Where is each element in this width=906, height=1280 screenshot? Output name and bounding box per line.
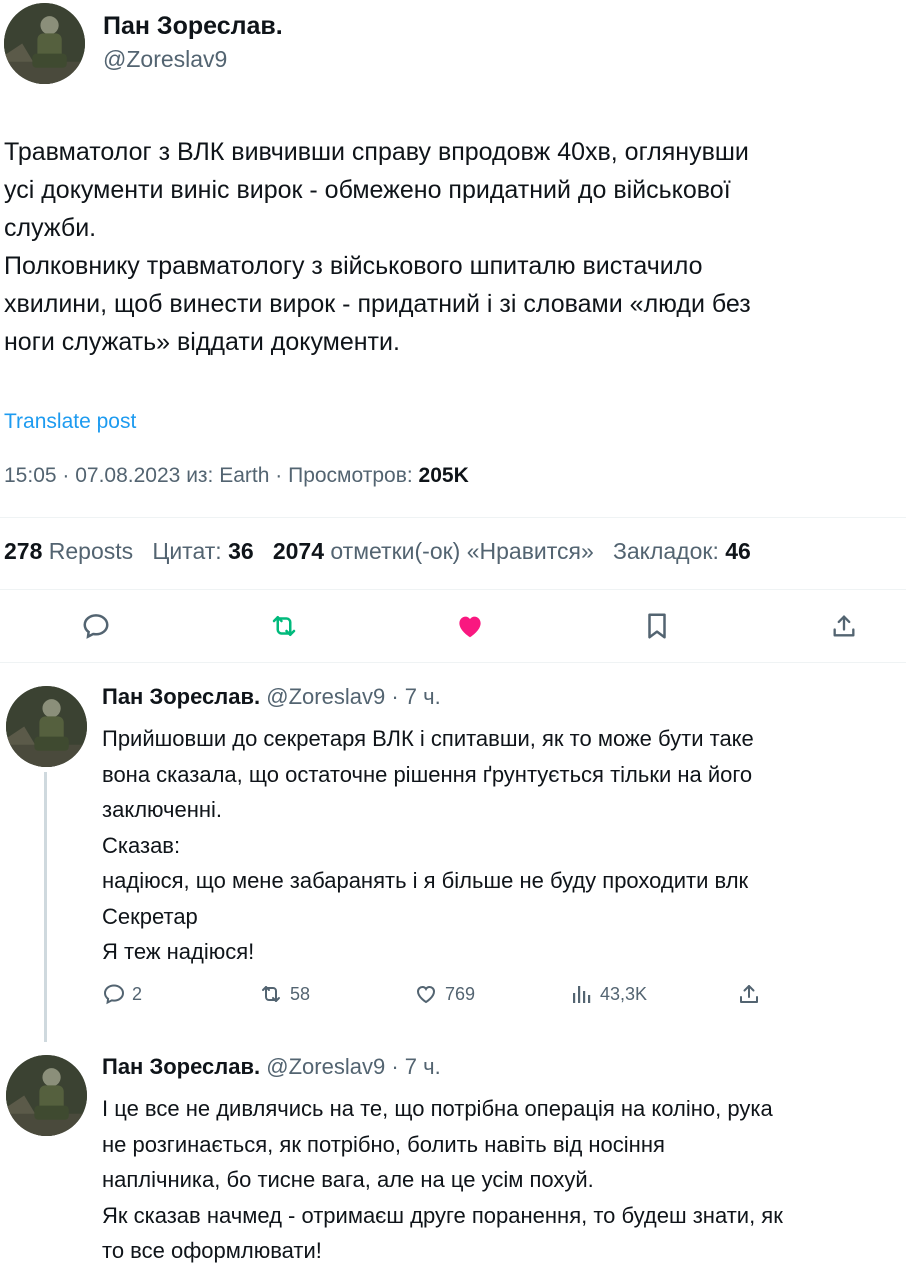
repost-icon (262, 986, 280, 1002)
reply-time[interactable]: 7 ч. (405, 684, 441, 709)
reply-button[interactable] (78, 608, 114, 644)
author-avatar[interactable] (4, 3, 85, 84)
reply-text-line: Як сказав начмед - отримаєш друге поране… (102, 1202, 783, 1228)
reply-count: 2 (132, 983, 143, 1004)
reply-share-button[interactable] (737, 982, 761, 1006)
reply-text-line: то все оформлювати! (102, 1238, 322, 1263)
views-label: Просмотров: (288, 464, 413, 487)
reply-text-line: заключенні. (102, 797, 223, 822)
source-prefix: из: (186, 464, 214, 487)
reply-text-line: не розгинається, як потрібно, болить нав… (102, 1131, 665, 1157)
reply-avatar[interactable] (6, 686, 87, 767)
reply-handle[interactable]: @Zoreslav9 (266, 684, 385, 709)
like-count: 769 (445, 983, 476, 1004)
repost-button[interactable] (266, 608, 302, 644)
reply-header: Пан Зореслав. @Zoreslav9 · 7 ч. (102, 1054, 441, 1079)
likes-count[interactable]: 2074 отметки(-ок) «Нравится» (273, 538, 594, 564)
reply-repost-button[interactable]: 58 (258, 982, 310, 1006)
reply-text: Прийшовши до секретаря ВЛК і спитавши, я… (102, 721, 906, 970)
reply-like-button[interactable]: 769 (413, 982, 475, 1006)
tweet-source: Earth (219, 464, 270, 487)
divider (0, 589, 906, 590)
views-count: 43,3K (600, 983, 648, 1004)
bookmark-icon (648, 613, 666, 639)
divider (0, 662, 906, 663)
views-value: 205K (418, 464, 469, 487)
tweet-text-line: ноги служать» віддати документи. (4, 328, 400, 356)
reply-text-line: І це все не дивлячись на те, що потрібна… (102, 1096, 773, 1121)
tweet-time[interactable]: 15:05 (4, 464, 57, 487)
like-button[interactable] (452, 608, 488, 644)
repost-count: 58 (290, 983, 311, 1004)
thread-connector-line (44, 772, 47, 1042)
reply-text-line: наплічника, бо тисне вага, але на це усі… (102, 1167, 594, 1192)
reply-header: Пан Зореслав. @Zoreslav9 · 7 ч. (102, 684, 441, 709)
translate-link[interactable]: Translate post (4, 410, 136, 434)
divider (0, 517, 906, 518)
reply-reply-button[interactable]: 2 (102, 982, 142, 1006)
tweet-text-line: усі документи виніс вирок - обмежено при… (4, 176, 731, 204)
tweet-date[interactable]: 07.08.2023 (75, 464, 180, 487)
quotes-count[interactable]: Цитат: 36 (152, 538, 253, 564)
tweet-text-line: Полковнику травматологу з військового шп… (4, 252, 703, 280)
reply-text-line: надіюся, що мене забаранять і я більше н… (102, 868, 749, 893)
like-icon-filled (459, 616, 481, 638)
reply-text-line: Прийшовши до секретаря ВЛК і спитавши, я… (102, 726, 754, 751)
bookmarks-count[interactable]: Закладок: 46 (613, 538, 751, 564)
tweet-stats: 278 Reposts Цитат: 36 2074 отметки(-ок) … (4, 538, 751, 565)
reply-views-button[interactable]: 43,3K (570, 982, 647, 1006)
reply-author-name[interactable]: Пан Зореслав. (102, 684, 260, 709)
tweet-text-line: Травматолог з ВЛК вивчивши справу впродо… (4, 138, 749, 166)
reply-author-name[interactable]: Пан Зореслав. (102, 1054, 260, 1079)
reply-text-line: вона сказала, що остаточне рішення ґрунт… (102, 761, 753, 787)
reply-text: І це все не дивлячись на те, що потрібна… (102, 1091, 906, 1269)
share-button[interactable] (826, 608, 862, 644)
reply-handle[interactable]: @Zoreslav9 (266, 1054, 385, 1079)
reply-avatar[interactable] (6, 1055, 87, 1136)
reply-icon (83, 614, 109, 639)
tweet-text: Травматолог з ВЛК вивчивши справу впродо… (4, 133, 906, 361)
bookmark-button[interactable] (639, 608, 675, 644)
reply-text-line: Сказав: (102, 832, 181, 858)
author-name[interactable]: Пан Зореслав. (103, 12, 283, 41)
tweet-text-line: служби. (4, 214, 97, 242)
share-icon (740, 985, 758, 1003)
tweet-text-line: хвилини, щоб винести вирок - придатний і… (4, 290, 751, 318)
reposts-count[interactable]: 278 Reposts (4, 538, 133, 564)
views-icon (573, 986, 591, 1003)
reply-icon (103, 984, 125, 1005)
reply-time[interactable]: 7 ч. (405, 1054, 441, 1079)
author-handle[interactable]: @Zoreslav9 (103, 46, 227, 73)
reply-text-line: Я теж надіюся! (102, 939, 255, 964)
tweet-meta: 15:05 · 07.08.2023 из: Earth · Просмотро… (4, 464, 469, 487)
repost-icon (272, 616, 296, 636)
like-icon (416, 985, 436, 1004)
reply-text-line: Секретар (102, 903, 198, 929)
share-icon (833, 615, 855, 637)
